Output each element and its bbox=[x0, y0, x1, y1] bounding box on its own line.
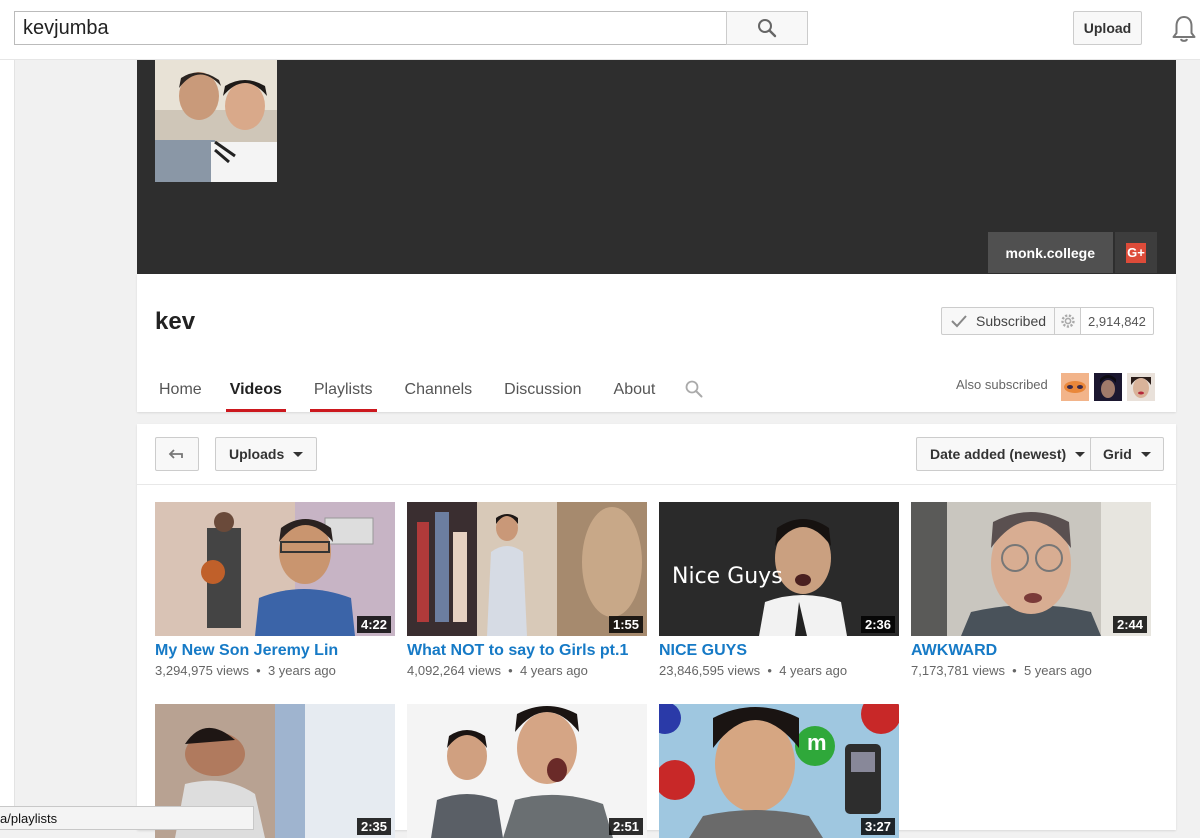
gplus-icon: G+ bbox=[1126, 242, 1146, 263]
video-card[interactable]: 2:44 AWKWARD 7,173,781 views • 5 years a… bbox=[911, 502, 1151, 678]
also-subscribed-label: Also subscribed bbox=[956, 377, 1048, 392]
channel-header: kev Subscribed 2,914,842 Home Videos Pla… bbox=[137, 274, 1176, 412]
video-thumbnail[interactable]: 1:55 bbox=[407, 502, 647, 636]
related-channel-avatar[interactable] bbox=[1061, 373, 1089, 401]
video-thumbnail[interactable]: 2:44 bbox=[911, 502, 1151, 636]
subscriber-count: 2,914,842 bbox=[1081, 307, 1154, 335]
video-duration: 2:51 bbox=[608, 818, 643, 835]
back-arrow-icon bbox=[168, 449, 183, 459]
video-card[interactable]: 2:51 bbox=[407, 704, 647, 838]
channel-tabs: Home Videos Playlists Channels Discussio… bbox=[137, 370, 703, 412]
subscribed-button[interactable]: Subscribed bbox=[941, 307, 1056, 335]
video-card[interactable]: 1:55 What NOT to say to Girls pt.1 4,092… bbox=[407, 502, 647, 678]
search-icon bbox=[685, 380, 703, 398]
banner-gplus-link[interactable]: G+ bbox=[1115, 232, 1157, 273]
video-duration: 2:36 bbox=[860, 616, 895, 633]
video-card[interactable]: 4:22 My New Son Jeremy Lin 3,294,975 vie… bbox=[155, 502, 395, 678]
uploads-dropdown[interactable]: Uploads bbox=[215, 437, 318, 471]
subscribe-group: Subscribed 2,914,842 bbox=[941, 307, 1154, 335]
videos-toolbar: Uploads Date added (newest) Grid bbox=[137, 424, 1176, 485]
video-meta: 4,092,264 views • 4 years ago bbox=[407, 663, 588, 678]
related-channel-avatar[interactable] bbox=[1094, 373, 1122, 401]
also-subscribed-avatars bbox=[1061, 373, 1155, 401]
video-duration: 3:27 bbox=[860, 818, 895, 835]
video-card[interactable]: Nice Guys 2:36 NICE GUYS 23,846,595 view… bbox=[659, 502, 899, 678]
tab-playlists[interactable]: Playlists bbox=[309, 370, 377, 412]
status-url: a/playlists bbox=[0, 810, 58, 826]
notification-bell-icon[interactable] bbox=[1170, 14, 1198, 44]
banner-links: monk.college G+ bbox=[987, 232, 1157, 273]
left-guide-rail bbox=[0, 60, 15, 830]
video-title[interactable]: NICE GUYS bbox=[659, 642, 899, 660]
tab-discussion[interactable]: Discussion bbox=[504, 370, 581, 412]
tab-about[interactable]: About bbox=[614, 370, 656, 412]
video-duration: 2:44 bbox=[1112, 616, 1147, 633]
video-meta: 7,173,781 views • 5 years ago bbox=[911, 663, 1092, 678]
tab-home[interactable]: Home bbox=[159, 370, 202, 412]
gear-icon bbox=[1060, 314, 1075, 328]
thumbnail-caption: Nice Guys bbox=[672, 564, 783, 589]
top-bar: Upload bbox=[0, 0, 1200, 60]
tab-channels[interactable]: Channels bbox=[405, 370, 473, 412]
channel-search-button[interactable] bbox=[685, 370, 703, 412]
search-bar bbox=[14, 11, 808, 45]
search-button[interactable] bbox=[726, 11, 808, 45]
search-icon bbox=[758, 19, 777, 38]
channel-avatar[interactable] bbox=[155, 60, 277, 182]
video-duration: 4:22 bbox=[356, 616, 391, 633]
related-channel-avatar[interactable] bbox=[1127, 373, 1155, 401]
video-card[interactable]: m 3:27 bbox=[659, 704, 899, 838]
videos-panel: Uploads Date added (newest) Grid 4:22 My… bbox=[137, 424, 1176, 838]
tab-active-indicator bbox=[225, 409, 286, 412]
thumbnail-candy-letter: m bbox=[807, 730, 827, 755]
tab-hover-indicator bbox=[309, 409, 377, 412]
video-title[interactable]: What NOT to say to Girls pt.1 bbox=[407, 642, 647, 660]
browser-status-bar: a/playlists bbox=[0, 806, 254, 830]
video-meta: 23,846,595 views • 4 years ago bbox=[659, 663, 848, 678]
sort-dropdown[interactable]: Date added (newest) bbox=[916, 437, 1100, 471]
video-thumbnail[interactable]: Nice Guys 2:36 bbox=[659, 502, 899, 636]
subscription-settings-button[interactable] bbox=[1055, 307, 1082, 335]
video-thumbnail[interactable]: 4:22 bbox=[155, 502, 395, 636]
tab-videos[interactable]: Videos bbox=[225, 370, 286, 412]
video-thumbnail[interactable]: 2:51 bbox=[407, 704, 647, 838]
checkmark-icon bbox=[951, 315, 967, 328]
upload-button[interactable]: Upload bbox=[1073, 11, 1142, 45]
video-thumbnail[interactable]: m 3:27 bbox=[659, 704, 899, 838]
video-duration: 1:55 bbox=[608, 616, 643, 633]
video-title[interactable]: AWKWARD bbox=[911, 642, 1151, 660]
back-button[interactable] bbox=[155, 437, 199, 471]
view-dropdown[interactable]: Grid bbox=[1090, 437, 1164, 471]
chevron-down-icon bbox=[293, 451, 304, 457]
subscribed-label: Subscribed bbox=[976, 313, 1047, 329]
video-meta: 3,294,975 views • 3 years ago bbox=[155, 663, 336, 678]
channel-name: kev bbox=[155, 308, 196, 335]
video-title[interactable]: My New Son Jeremy Lin bbox=[155, 642, 395, 660]
chevron-down-icon bbox=[1075, 451, 1086, 457]
search-input[interactable] bbox=[14, 11, 726, 45]
channel-banner: monk.college G+ bbox=[137, 60, 1176, 274]
video-duration: 2:35 bbox=[356, 818, 391, 835]
banner-website-link[interactable]: monk.college bbox=[987, 232, 1113, 273]
chevron-down-icon bbox=[1140, 451, 1151, 457]
